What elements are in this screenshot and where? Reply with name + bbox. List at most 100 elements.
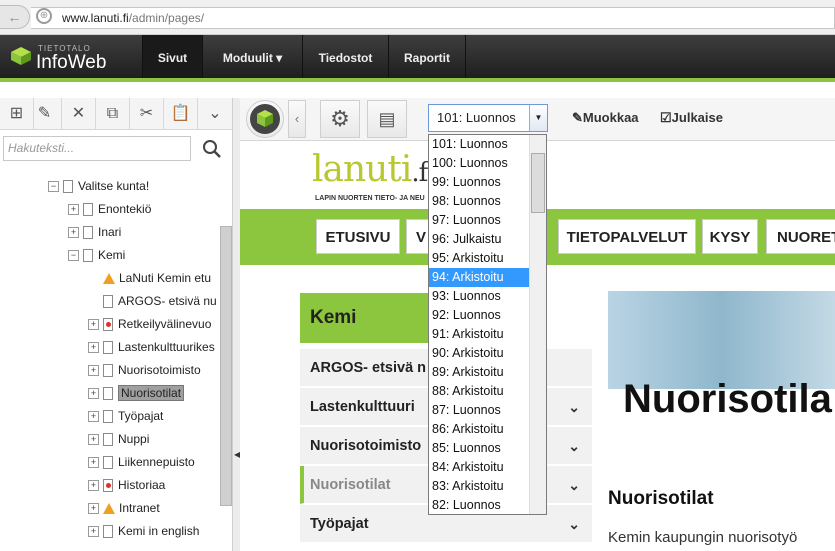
tree-node[interactable]: + Nuorisotoimisto <box>88 360 201 380</box>
tree-node[interactable]: + Historiaa <box>88 475 165 495</box>
page-settings-icon[interactable]: ▤ <box>367 100 407 138</box>
expand-icon[interactable]: + <box>88 457 99 469</box>
expand-icon[interactable]: + <box>88 319 99 331</box>
menu-nuoret[interactable]: NUORET <box>766 219 835 254</box>
nav-sivut[interactable]: Sivut <box>142 35 202 78</box>
edit-pencil-icon[interactable]: ✎ <box>28 98 62 130</box>
expand-icon[interactable]: + <box>88 434 99 446</box>
version-option[interactable]: 91: Arkistoitu <box>429 325 529 344</box>
expand-icon[interactable]: + <box>88 480 99 492</box>
tree-node[interactable]: + Kemi in english <box>88 521 199 541</box>
lanuti-logo[interactable]: lanuti.fi <box>312 149 436 190</box>
version-option[interactable]: 84: Arkistoitu <box>429 458 529 477</box>
menu-kysy[interactable]: KYSY <box>702 219 758 254</box>
collapse-icon[interactable]: − <box>68 250 79 262</box>
tree-node-label[interactable]: Intranet <box>119 501 160 515</box>
expand-icon[interactable]: + <box>68 204 79 216</box>
home-cube-button[interactable] <box>246 100 284 138</box>
version-option[interactable]: 101: Luonnos <box>429 135 529 154</box>
paste-icon[interactable]: 📋 <box>164 98 198 130</box>
expand-icon[interactable]: + <box>88 342 99 354</box>
tree-node-label[interactable]: Historiaa <box>118 478 165 492</box>
version-option[interactable]: 87: Luonnos <box>429 401 529 420</box>
tree-node[interactable]: + Inari <box>68 222 121 242</box>
version-select[interactable]: 101: Luonnos ▼ <box>428 104 548 132</box>
version-option[interactable]: 98: Luonnos <box>429 192 529 211</box>
collapse-icon[interactable]: − <box>48 181 59 193</box>
tree-node-label[interactable]: Lastenkulttuurikes <box>118 340 215 354</box>
nav-moduulit[interactable]: Moduulit ▾ <box>202 35 302 78</box>
chevron-down-icon[interactable]: ⌄ <box>568 505 580 543</box>
tree-node[interactable]: − Valitse kunta! <box>48 176 149 196</box>
chevron-left-icon[interactable]: ‹ <box>288 100 306 138</box>
menu-tietopalvelut[interactable]: TIETOPALVELUT <box>558 219 696 254</box>
version-option[interactable]: 95: Arkistoitu <box>429 249 529 268</box>
tree-node-label[interactable]: Työpajat <box>118 409 163 423</box>
version-option[interactable]: 97: Luonnos <box>429 211 529 230</box>
copy-icon[interactable]: ⧉ <box>96 98 130 130</box>
expand-icon[interactable]: + <box>88 411 99 423</box>
infoweb-logo[interactable]: TIETOTALO InfoWeb <box>10 41 140 77</box>
chevron-down-icon[interactable]: ⌄ <box>568 427 580 465</box>
tree-node-label[interactable]: Kemi <box>98 248 125 262</box>
tree-node[interactable]: + Lastenkulttuurikes <box>88 337 215 357</box>
chevron-down-icon[interactable]: ⌄ <box>568 388 580 426</box>
tree-node[interactable]: + Enontekiö <box>68 199 151 219</box>
tree-node-label[interactable]: Retkeilyvälinevuo <box>118 317 211 331</box>
cut-icon[interactable]: ✂ <box>130 98 164 130</box>
tree-node-label[interactable]: ARGOS- etsivä nu <box>118 294 217 308</box>
tree-node-label[interactable]: Valitse kunta! <box>78 179 149 193</box>
tree-node-label[interactable]: Kemi in english <box>118 524 199 538</box>
search-input[interactable]: Hakuteksti... <box>3 136 191 161</box>
version-option[interactable]: 83: Arkistoitu <box>429 477 529 496</box>
version-option[interactable]: 88: Arkistoitu <box>429 382 529 401</box>
url-text[interactable]: www.lanuti.fi/admin/pages/ <box>62 11 204 25</box>
expand-icon[interactable]: + <box>68 227 79 239</box>
tree-node[interactable]: − Kemi <box>68 245 125 265</box>
sidebar-splitter[interactable]: ◀ <box>232 98 240 551</box>
version-option[interactable]: 100: Luonnos <box>429 154 529 173</box>
version-dropdown-list[interactable]: 101: Luonnos 100: Luonnos 99: Luonnos 98: L… <box>428 134 547 515</box>
version-option[interactable]: 99: Luonnos <box>429 173 529 192</box>
tree-node-label[interactable]: Enontekiö <box>98 202 151 216</box>
back-icon[interactable]: ← <box>0 5 30 29</box>
tree-node[interactable]: + Liikennepuisto <box>88 452 195 472</box>
version-option[interactable]: 93: Luonnos <box>429 287 529 306</box>
nav-raportit[interactable]: Raportit <box>388 35 466 78</box>
chevron-down-icon[interactable]: ▼ <box>529 105 547 131</box>
tree-node[interactable]: + Nuppi <box>88 429 149 449</box>
tree-node-label[interactable]: Nuppi <box>118 432 149 446</box>
expand-icon[interactable]: + <box>88 503 99 515</box>
version-option[interactable]: 90: Arkistoitu <box>429 344 529 363</box>
search-icon[interactable] <box>200 138 224 160</box>
tree-node-label[interactable]: LaNuti Kemin etu <box>119 271 211 285</box>
tree-node[interactable]: + Nuorisotilat <box>88 383 185 403</box>
version-option[interactable]: 82: Luonnos <box>429 496 529 514</box>
tree-node[interactable]: + Retkeilyvälinevuo <box>88 314 211 334</box>
gear-icon[interactable]: ⚙ <box>320 100 360 138</box>
chevron-down-icon[interactable]: ⌄ <box>198 98 232 130</box>
dropdown-scroll-thumb[interactable] <box>531 153 545 213</box>
edit-button[interactable]: ✎Muokkaa <box>572 110 639 126</box>
expand-icon[interactable]: + <box>88 526 99 538</box>
version-option[interactable]: 89: Arkistoitu <box>429 363 529 382</box>
tree-node-label[interactable]: Nuorisotoimisto <box>118 363 201 377</box>
tree-node[interactable]: ARGOS- etsivä nu <box>88 291 217 311</box>
expand-icon[interactable]: + <box>88 365 99 377</box>
version-option[interactable]: 96: Julkaistu <box>429 230 529 249</box>
tree-node[interactable]: + Intranet <box>88 498 160 518</box>
tree-node[interactable]: + Työpajat <box>88 406 163 426</box>
version-option[interactable]: 85: Luonnos <box>429 439 529 458</box>
version-option[interactable]: 86: Arkistoitu <box>429 420 529 439</box>
version-option[interactable]: 94: Arkistoitu <box>429 268 529 287</box>
chevron-down-icon[interactable]: ⌄ <box>568 466 580 504</box>
version-option[interactable]: 92: Luonnos <box>429 306 529 325</box>
menu-etusivu[interactable]: ETUSIVU <box>316 219 400 254</box>
tree-node[interactable]: LaNuti Kemin etu <box>88 268 211 288</box>
tree-node-label[interactable]: Inari <box>98 225 121 239</box>
publish-button[interactable]: ☑Julkaise <box>660 110 723 126</box>
nav-tiedostot[interactable]: Tiedostot <box>302 35 388 78</box>
dropdown-scrollbar[interactable] <box>529 135 546 514</box>
delete-icon[interactable]: ✕ <box>62 98 96 130</box>
tree-scrollbar[interactable] <box>220 226 232 506</box>
